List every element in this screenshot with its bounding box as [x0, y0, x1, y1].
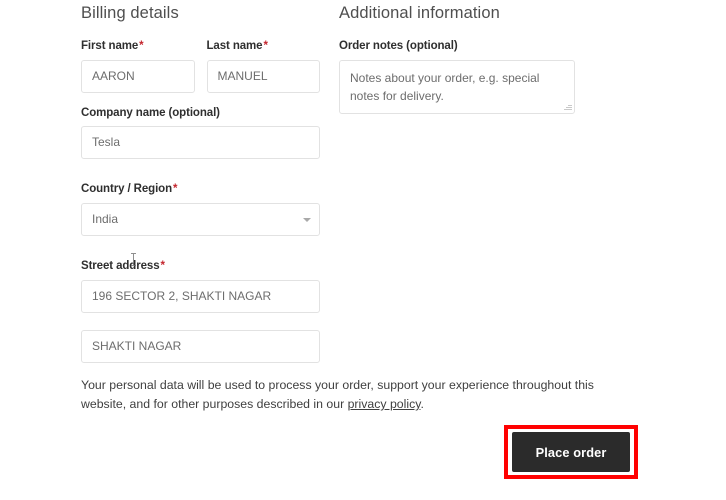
- street-address-label-text: Street address: [81, 260, 160, 273]
- last-name-input[interactable]: MANUEL: [206, 59, 320, 93]
- additional-information-section: Additional information Order notes (opti…: [339, 4, 575, 114]
- privacy-notice-text: Your personal data will be used to proce…: [81, 378, 594, 411]
- street-address-label: Street address*: [81, 260, 320, 274]
- street-address-line2-input[interactable]: SHAKTI NAGAR: [81, 329, 320, 363]
- first-name-label-text: First name: [81, 39, 139, 52]
- country-region-label: Country / Region*: [81, 183, 320, 197]
- company-name-input[interactable]: Tesla: [81, 126, 320, 160]
- country-region-select[interactable]: India: [81, 203, 320, 237]
- last-name-label-text: Last name: [206, 39, 263, 52]
- order-notes-textarea[interactable]: Notes about your order, e.g. special not…: [339, 59, 575, 114]
- first-name-label: First name*: [81, 40, 195, 54]
- privacy-notice: Your personal data will be used to proce…: [81, 376, 629, 414]
- billing-details-section: Billing details First name* AARON Last n…: [81, 4, 320, 377]
- first-name-input[interactable]: AARON: [81, 59, 195, 93]
- last-name-field-group: Last name* MANUEL: [206, 40, 321, 93]
- country-region-label-text: Country / Region: [81, 183, 173, 196]
- country-field-group: Country / Region* India: [81, 183, 320, 237]
- country-select-wrapper[interactable]: India: [81, 203, 320, 237]
- checkout-page: Billing details First name* AARON Last n…: [0, 0, 726, 500]
- order-notes-label: Order notes (optional): [339, 39, 458, 52]
- last-name-label: Last name*: [207, 40, 321, 54]
- additional-information-heading: Additional information: [339, 4, 500, 22]
- name-fields-row: First name* AARON Last name* MANUEL: [81, 40, 320, 93]
- required-asterisk: *: [173, 183, 178, 196]
- place-order-button[interactable]: Place order: [512, 432, 630, 472]
- first-name-field-group: First name* AARON: [81, 40, 195, 93]
- required-asterisk: *: [263, 39, 268, 52]
- privacy-policy-link[interactable]: privacy policy: [348, 397, 421, 411]
- order-notes-placeholder: Notes about your order, e.g. special not…: [350, 70, 540, 103]
- required-asterisk: *: [139, 39, 144, 52]
- order-notes-field-group: Order notes (optional) Notes about your …: [339, 40, 575, 114]
- text-cursor-icon: [131, 253, 136, 266]
- street-address-line1-input[interactable]: 196 SECTOR 2, SHAKTI NAGAR: [81, 279, 320, 313]
- resize-grip-icon[interactable]: [563, 102, 572, 111]
- required-asterisk: *: [160, 260, 166, 273]
- company-name-label: Company name (optional): [81, 106, 220, 119]
- street-address-field-group: Street address* 196 SECTOR 2, SHAKTI NAG…: [81, 260, 320, 363]
- billing-details-heading: Billing details: [81, 4, 179, 22]
- company-field-group: Company name (optional) Tesla: [81, 107, 320, 160]
- privacy-notice-period: .: [420, 397, 424, 411]
